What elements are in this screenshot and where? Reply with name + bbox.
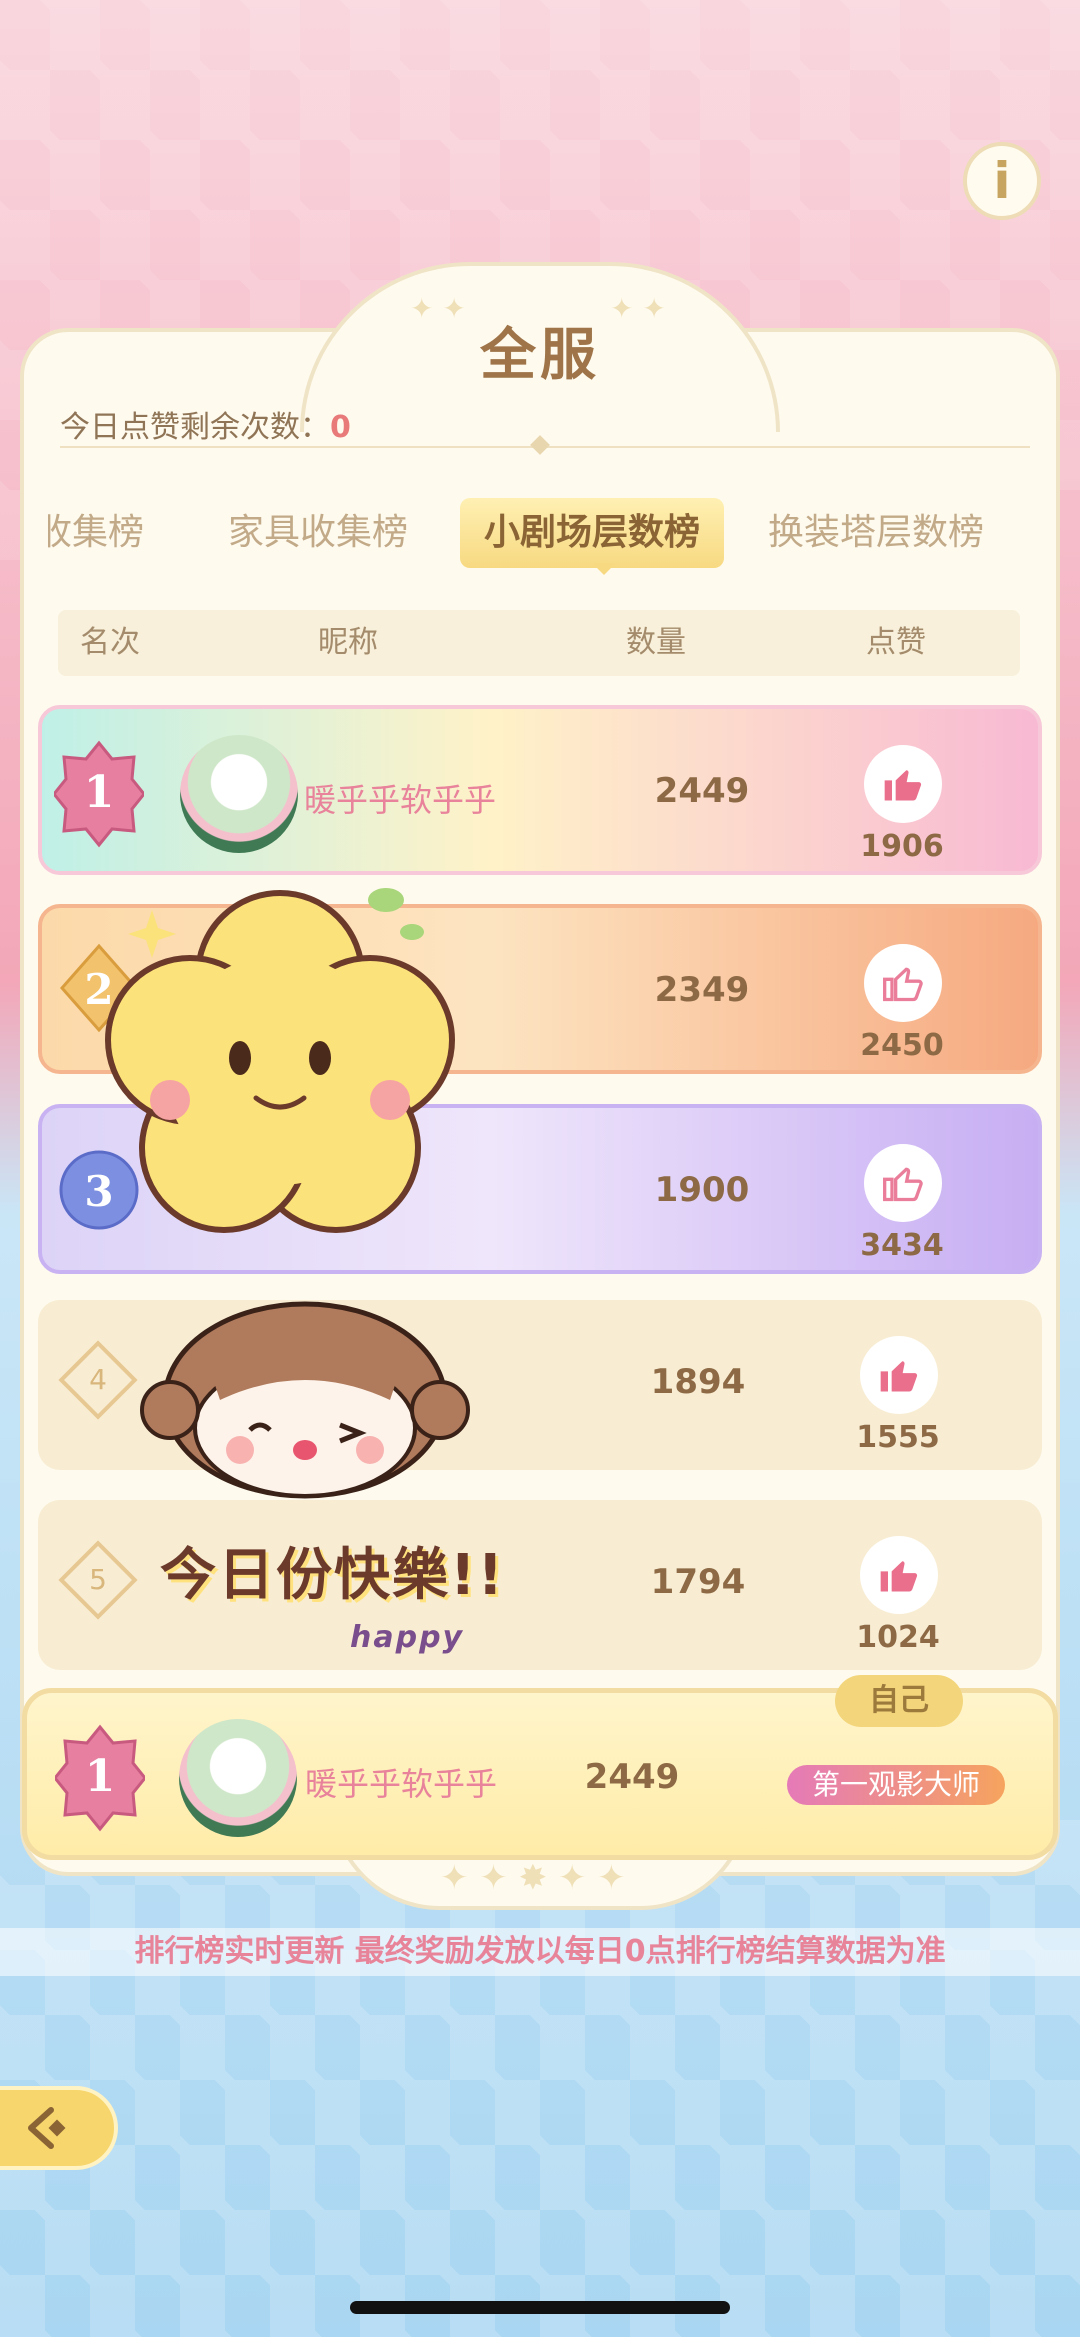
flower-sticker bbox=[105, 888, 455, 1233]
like-button[interactable] bbox=[860, 1336, 938, 1414]
star-decoration-icon: ✦ ✦ ✸ ✦ ✦ bbox=[440, 1858, 626, 1898]
thumbs-up-icon bbox=[884, 770, 922, 801]
back-button[interactable] bbox=[0, 2086, 118, 2170]
avatar[interactable] bbox=[180, 735, 298, 853]
like-button[interactable] bbox=[864, 745, 942, 823]
info-icon: i bbox=[993, 152, 1011, 210]
like-count: 3434 bbox=[860, 1228, 944, 1263]
table-row[interactable]: 1 暖乎乎软乎乎 2449 1906 bbox=[38, 705, 1042, 875]
quantity: 2349 bbox=[654, 970, 750, 1010]
info-button[interactable]: i bbox=[963, 142, 1041, 220]
nickname: 暖乎乎软乎乎 bbox=[305, 1765, 498, 1803]
thumbs-up-outline-icon bbox=[883, 967, 923, 1002]
rank-number: 5 bbox=[89, 1563, 107, 1596]
rank-badge-1: 1 bbox=[55, 1724, 145, 1832]
tab-theater-floors[interactable]: 小剧场层数榜 bbox=[460, 498, 725, 568]
column-nickname: 昵称 bbox=[318, 625, 378, 660]
svg-text:1: 1 bbox=[84, 767, 115, 818]
quantity: 2449 bbox=[654, 771, 750, 811]
girl-face-sticker bbox=[140, 1301, 470, 1499]
thumbs-up-outline-icon bbox=[883, 1167, 923, 1202]
sticker-caption: 今日份快樂!! bbox=[160, 1543, 506, 1608]
like-count: 2450 bbox=[860, 1028, 944, 1063]
quantity: 1900 bbox=[654, 1170, 750, 1210]
column-quantity: 数量 bbox=[626, 625, 686, 660]
rank-badge-1: 1 bbox=[54, 740, 144, 848]
quantity: 1794 bbox=[650, 1562, 746, 1602]
column-rank: 名次 bbox=[80, 625, 140, 660]
like-count: 1555 bbox=[856, 1420, 940, 1455]
like-button[interactable] bbox=[864, 1144, 942, 1222]
avatar[interactable] bbox=[179, 1719, 297, 1837]
rank-number: 4 bbox=[89, 1363, 107, 1396]
column-likes: 点赞 bbox=[866, 625, 926, 660]
page-title: 全服 bbox=[480, 323, 600, 388]
ranking-tabs: 收集榜 家具收集榜 小剧场层数榜 换装塔层数榜 bbox=[0, 498, 1080, 568]
title-badge: 第一观影大师 bbox=[787, 1765, 1005, 1805]
tab-collection[interactable]: 收集榜 bbox=[48, 498, 144, 568]
leaderboard-notice: 排行榜实时更新 最终奖励发放以每日0点排行榜结算数据为准 bbox=[134, 1934, 946, 1969]
like-count: 1906 bbox=[860, 829, 944, 864]
thumbs-up-icon bbox=[880, 1561, 918, 1592]
back-arrow-icon bbox=[28, 2107, 66, 2149]
like-button[interactable] bbox=[864, 944, 942, 1022]
likes-remaining: 今日点赞剩余次数：0 bbox=[60, 402, 351, 446]
like-count: 1024 bbox=[856, 1620, 940, 1655]
home-indicator[interactable] bbox=[350, 2301, 730, 2314]
svg-text:1: 1 bbox=[85, 1751, 116, 1802]
self-ranking-row[interactable]: 1 暖乎乎软乎乎 2449 自己 第一观影大师 bbox=[22, 1675, 1058, 1860]
likes-remaining-label: 今日点赞剩余次数： bbox=[60, 410, 330, 445]
likes-remaining-value: 0 bbox=[330, 410, 351, 445]
active-tab-pointer bbox=[592, 563, 616, 575]
sticker-caption-sub: happy bbox=[350, 1620, 465, 1655]
quantity: 2449 bbox=[584, 1757, 680, 1797]
tab-dressup-tower[interactable]: 换装塔层数榜 bbox=[768, 498, 984, 568]
thumbs-up-icon bbox=[880, 1361, 918, 1392]
tab-furniture-collection[interactable]: 家具收集榜 bbox=[228, 498, 408, 568]
table-header: 名次 昵称 数量 点赞 bbox=[58, 610, 1020, 676]
nickname: 暖乎乎软乎乎 bbox=[304, 781, 497, 819]
self-tag: 自己 bbox=[835, 1675, 963, 1727]
like-button[interactable] bbox=[860, 1536, 938, 1614]
quantity: 1894 bbox=[650, 1362, 746, 1402]
